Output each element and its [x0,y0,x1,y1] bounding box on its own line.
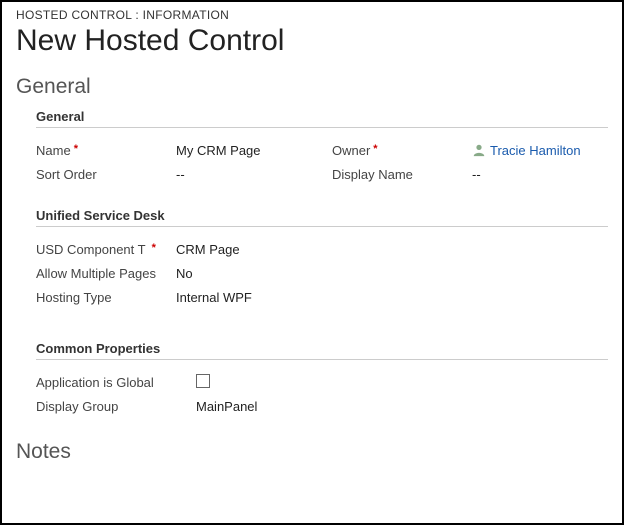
required-star-icon: * [74,143,78,155]
owner-field[interactable]: Tracie Hamilton [472,143,581,158]
breadcrumb: HOSTED CONTROL : INFORMATION [16,8,608,22]
usd-component-type-field[interactable]: CRM Page [176,242,240,257]
allow-multiple-label: Allow Multiple Pages [36,266,156,281]
usd-component-type-label: USD Component T [36,242,146,257]
section-general-title: General [16,75,608,99]
owner-label: Owner [332,143,370,158]
app-is-global-label: Application is Global [36,375,154,390]
hosting-type-field[interactable]: Internal WPF [176,290,252,305]
page-title: New Hosted Control [16,24,608,57]
required-star-icon: * [373,143,377,155]
group-common-heading: Common Properties [36,341,608,360]
hosting-type-label: Hosting Type [36,290,112,305]
required-star-icon: * [149,242,156,254]
sort-order-field[interactable]: -- [176,167,185,182]
owner-value: Tracie Hamilton [490,143,581,158]
group-usd-heading: Unified Service Desk [36,208,608,227]
group-general-heading: General [36,109,608,128]
display-name-field[interactable]: -- [472,167,481,182]
section-notes-title: Notes [16,440,608,464]
app-is-global-checkbox[interactable] [196,374,210,388]
allow-multiple-field[interactable]: No [176,266,193,281]
name-field[interactable]: My CRM Page [176,143,261,158]
user-icon [472,143,486,157]
display-name-label: Display Name [332,167,413,182]
sort-order-label: Sort Order [36,167,97,182]
display-group-field[interactable]: MainPanel [196,399,257,414]
name-label: Name [36,143,71,158]
display-group-label: Display Group [36,399,118,414]
